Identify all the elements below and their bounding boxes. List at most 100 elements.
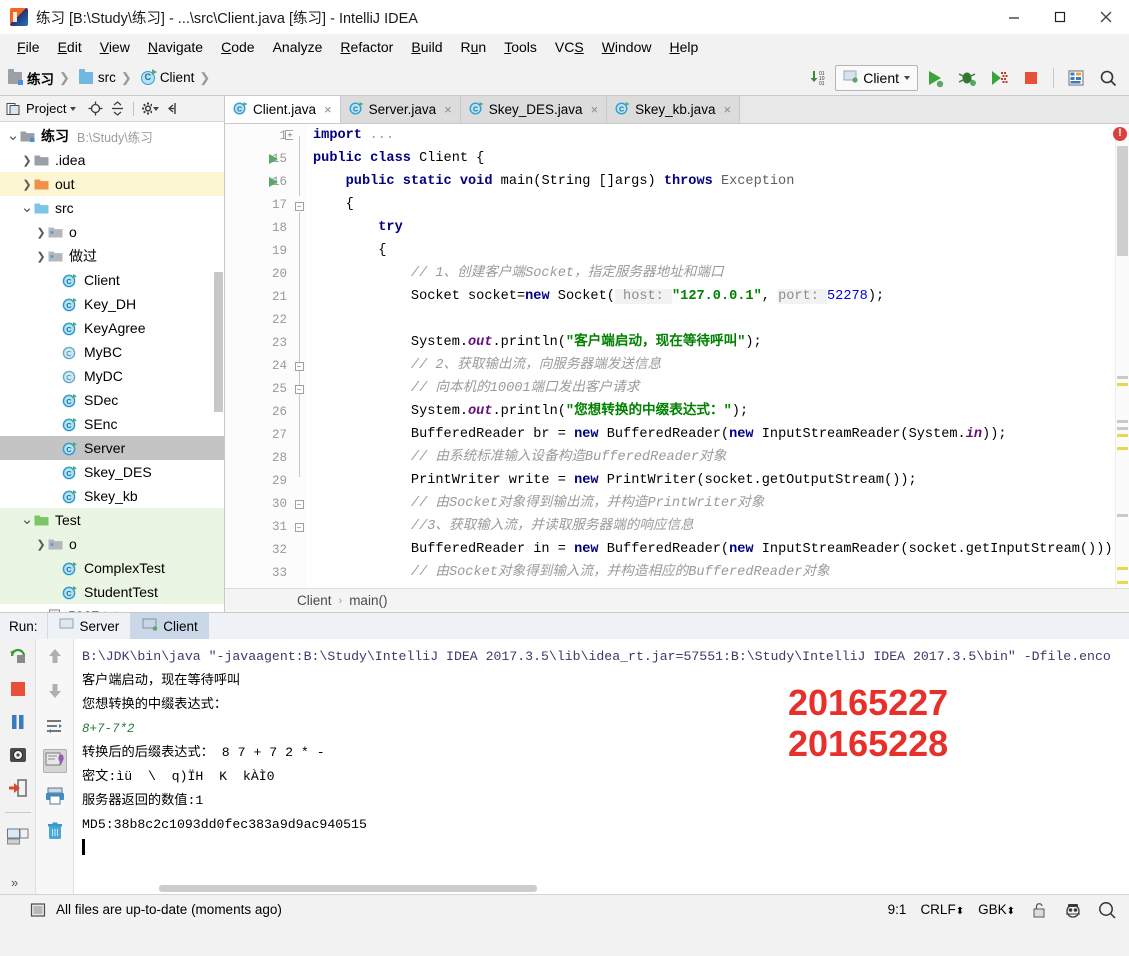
chevron-right-icon[interactable]: ❯: [20, 178, 34, 191]
editor-tab-server-java[interactable]: C Server.java ×: [340, 96, 461, 123]
file-encoding[interactable]: GBK⬍: [978, 902, 1015, 917]
code-line[interactable]: // 2、获取输出流，向服务器端发送信息: [313, 354, 1115, 377]
editor-breadcrumb[interactable]: Client › main(): [225, 588, 1129, 612]
editor-tab-skey_des-java[interactable]: C Skey_DES.java ×: [460, 96, 608, 123]
tree-item-src[interactable]: ⌄ src: [0, 196, 224, 220]
run-gutter-icon[interactable]: [269, 147, 283, 170]
code-line[interactable]: //3、获取输入流，并读取服务器端的响应信息: [313, 515, 1115, 538]
menu-item-help[interactable]: Help: [661, 37, 708, 57]
tree-item-[interactable]: ⌄ 练习 B:\Study\练习: [0, 124, 224, 148]
code-editor[interactable]: 1151617181920212223242526272829303132333…: [225, 124, 1129, 588]
chevron-down-icon[interactable]: [70, 106, 77, 111]
dump-threads-icon[interactable]: [6, 743, 30, 767]
run-coverage-icon[interactable]: [984, 64, 1014, 92]
console-output[interactable]: B:\JDK\bin\java "-javaagent:B:\Study\Int…: [74, 639, 1129, 894]
settings-icon[interactable]: [141, 100, 160, 118]
error-stripe-mark[interactable]: [1117, 427, 1128, 430]
error-stripe-gutter[interactable]: !: [1113, 124, 1129, 588]
scroll-down-icon[interactable]: [43, 679, 67, 703]
project-tree-scrollbar[interactable]: [214, 272, 223, 412]
code-line[interactable]: import ...: [313, 124, 1115, 147]
error-stripe-mark[interactable]: [1117, 581, 1128, 584]
fold-marker[interactable]: −: [294, 385, 304, 394]
close-icon[interactable]: ×: [591, 102, 599, 117]
code-line[interactable]: [313, 308, 1115, 331]
collapse-all-icon[interactable]: [108, 100, 126, 118]
more-options-icon[interactable]: »: [11, 875, 18, 890]
error-badge[interactable]: !: [1113, 127, 1127, 141]
chevron-right-icon[interactable]: ❯: [34, 538, 48, 551]
tree-item-SEnc[interactable]: C SEnc: [0, 412, 224, 436]
code-line[interactable]: System.out.println("您想转换的中缀表达式：");: [313, 400, 1115, 423]
stop-icon[interactable]: [6, 677, 30, 701]
breadcrumb-project[interactable]: 练习 ❯: [6, 66, 77, 90]
project-view-icon[interactable]: [4, 100, 22, 118]
scroll-up-icon[interactable]: [43, 644, 67, 668]
search-everywhere-icon[interactable]: [1097, 900, 1117, 920]
code-folding-column[interactable]: − − − − −: [293, 124, 307, 588]
debug-icon[interactable]: [952, 64, 982, 92]
code-line[interactable]: Socket socket=new Socket( host: "127.0.0…: [313, 285, 1115, 308]
close-button[interactable]: [1083, 0, 1129, 34]
tree-item-Test[interactable]: ⌄ Test: [0, 508, 224, 532]
menu-item-analyze[interactable]: Analyze: [264, 37, 332, 57]
code-line[interactable]: // 1、创建客户端Socket，指定服务器地址和端口: [313, 262, 1115, 285]
code-line[interactable]: // 由系统标准输入设备构造BufferedReader对象: [313, 446, 1115, 469]
menu-item-navigate[interactable]: Navigate: [139, 37, 212, 57]
chevron-right-icon[interactable]: ❯: [34, 226, 48, 239]
editor-tab-client-java[interactable]: C Client.java ×: [225, 96, 341, 123]
lock-icon[interactable]: [1029, 900, 1049, 920]
tree-item-o[interactable]: ❯ o: [0, 532, 224, 556]
print-icon[interactable]: [43, 784, 67, 808]
menu-item-file[interactable]: File: [8, 37, 49, 57]
stop-icon[interactable]: [1016, 64, 1046, 92]
run-gutter-icon[interactable]: [269, 170, 283, 193]
menu-item-vcs[interactable]: VCS: [546, 37, 593, 57]
chevron-down-icon[interactable]: ⌄: [6, 128, 20, 143]
tree-item-Skey_kb[interactable]: C Skey_kb: [0, 484, 224, 508]
tree-item-Server[interactable]: C Server: [0, 436, 224, 460]
chevron-down-icon[interactable]: ⌄: [20, 200, 34, 215]
tree-item-StudentTest[interactable]: C StudentTest: [0, 580, 224, 604]
run-icon[interactable]: [920, 64, 950, 92]
tree-item-out[interactable]: ❯ out: [0, 172, 224, 196]
run-configuration-selector[interactable]: Client: [835, 64, 918, 91]
error-stripe-mark[interactable]: [1117, 567, 1128, 570]
tree-item-ComplexTest[interactable]: C ComplexTest: [0, 556, 224, 580]
close-icon[interactable]: ×: [444, 102, 452, 117]
hide-panel-icon[interactable]: [163, 100, 181, 118]
run-tab-client[interactable]: Client: [130, 613, 209, 639]
code-line[interactable]: try: [313, 216, 1115, 239]
tree-item-SDec[interactable]: C SDec: [0, 388, 224, 412]
editor-vertical-scrollbar[interactable]: [1117, 146, 1128, 256]
code-line[interactable]: {: [313, 239, 1115, 262]
tree-item-Client[interactable]: C Client: [0, 268, 224, 292]
error-stripe-mark[interactable]: [1117, 434, 1128, 437]
project-tree[interactable]: ⌄ 练习 B:\Study\练习 ❯ .idea ❯ out ⌄ src ❯ o ❯ 做过 C Client…: [0, 122, 224, 612]
rerun-icon[interactable]: [6, 644, 30, 668]
code-line[interactable]: // 由Socket对象得到输出流，并构造PrintWriter对象: [313, 492, 1115, 515]
line-separator[interactable]: CRLF⬍: [920, 902, 964, 917]
console-horizontal-scrollbar[interactable]: [159, 885, 537, 892]
menu-item-tools[interactable]: Tools: [495, 37, 546, 57]
search-icon[interactable]: [1093, 64, 1123, 92]
chevron-right-icon[interactable]: ❯: [34, 250, 48, 263]
maximize-button[interactable]: [1037, 0, 1083, 34]
run-tab-server[interactable]: Server: [46, 613, 131, 639]
error-stripe-mark[interactable]: [1117, 376, 1128, 379]
menu-item-code[interactable]: Code: [212, 37, 263, 57]
locate-icon[interactable]: [86, 100, 104, 118]
menu-item-window[interactable]: Window: [593, 37, 661, 57]
breadcrumb-src[interactable]: src ❯: [77, 68, 139, 88]
tree-item-MyDC[interactable]: C MyDC: [0, 364, 224, 388]
fold-marker[interactable]: −: [294, 500, 304, 509]
menu-item-edit[interactable]: Edit: [49, 37, 91, 57]
menu-item-build[interactable]: Build: [402, 37, 451, 57]
tree-item-.idea[interactable]: ❯ .idea: [0, 148, 224, 172]
fold-marker[interactable]: −: [294, 523, 304, 532]
code-text[interactable]: import ... public class Client { public s…: [307, 124, 1115, 588]
code-line[interactable]: BufferedReader br = new BufferedReader(n…: [313, 423, 1115, 446]
code-line[interactable]: BufferedReader in = new BufferedReader(n…: [313, 538, 1115, 561]
menu-item-run[interactable]: Run: [451, 37, 495, 57]
clear-all-icon[interactable]: [43, 819, 67, 843]
